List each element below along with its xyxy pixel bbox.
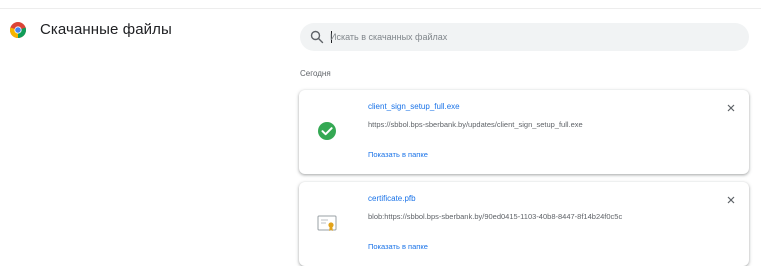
chrome-logo-icon xyxy=(10,22,26,38)
downloads-header: Скачанные файлы xyxy=(0,8,761,56)
date-group-label: Сегодня xyxy=(300,69,331,78)
search-input[interactable] xyxy=(330,28,730,46)
file-name-link[interactable]: client_sign_setup_full.exe xyxy=(368,102,460,111)
download-item: certificate.pfb blob:https://sbbol.bps-s… xyxy=(299,182,749,266)
download-item: client_sign_setup_full.exe https://sbbol… xyxy=(299,90,749,174)
show-in-folder-link[interactable]: Показать в папке xyxy=(368,150,428,159)
file-name-link[interactable]: certificate.pfb xyxy=(368,194,416,203)
file-source-url: blob:https://sbbol.bps-sberbank.by/90ed0… xyxy=(368,212,623,221)
certificate-file-icon xyxy=(317,215,337,231)
search-icon xyxy=(310,30,324,44)
show-in-folder-link[interactable]: Показать в папке xyxy=(368,242,428,251)
search-field[interactable] xyxy=(300,23,749,51)
page-title: Скачанные файлы xyxy=(40,21,172,38)
file-source-url: https://sbbol.bps-sberbank.by/updates/cl… xyxy=(368,120,583,129)
check-circle-icon xyxy=(318,122,336,140)
close-icon[interactable] xyxy=(725,102,737,114)
close-icon[interactable] xyxy=(725,194,737,206)
